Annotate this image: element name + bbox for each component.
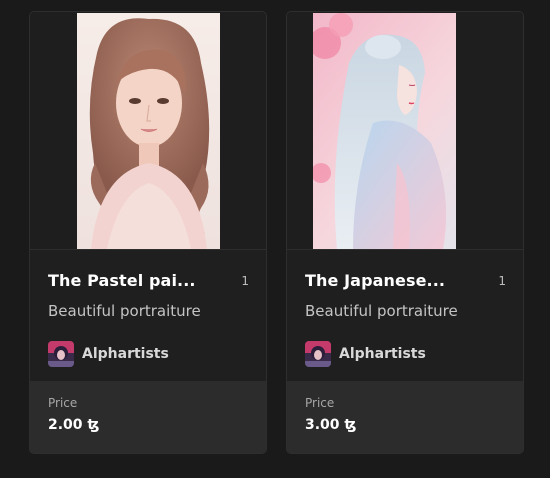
creator-name[interactable]: Alphartists — [339, 346, 426, 362]
artwork-image[interactable] — [77, 13, 220, 249]
card-subtitle: Beautiful portraiture — [305, 302, 458, 320]
nft-card[interactable]: The Pastel pai... 1 Beautiful portraitur… — [29, 11, 267, 454]
artwork-frame — [30, 12, 266, 250]
creator-link[interactable]: Alphartists — [305, 341, 426, 367]
artwork-image[interactable] — [313, 13, 456, 249]
avatar — [48, 341, 74, 367]
price-section: Price 3.00 ꜩ — [287, 381, 523, 453]
card-title[interactable]: The Pastel pai... — [48, 271, 196, 290]
edition-count: 1 — [241, 274, 249, 288]
price-value: 3.00 ꜩ — [305, 417, 357, 433]
price-value: 2.00 ꜩ — [48, 417, 100, 433]
card-title[interactable]: The Japanese... — [305, 271, 445, 290]
artwork-frame — [287, 12, 523, 250]
nft-card-grid: The Pastel pai... 1 Beautiful portraitur… — [0, 0, 550, 478]
creator-link[interactable]: Alphartists — [48, 341, 169, 367]
nft-card[interactable]: The Japanese... 1 Beautiful portraiture … — [286, 11, 524, 454]
creator-name[interactable]: Alphartists — [82, 346, 169, 362]
price-label: Price — [48, 396, 78, 410]
price-section: Price 2.00 ꜩ — [30, 381, 266, 453]
price-label: Price — [305, 396, 335, 410]
avatar — [305, 341, 331, 367]
edition-count: 1 — [498, 274, 506, 288]
card-subtitle: Beautiful portraiture — [48, 302, 201, 320]
